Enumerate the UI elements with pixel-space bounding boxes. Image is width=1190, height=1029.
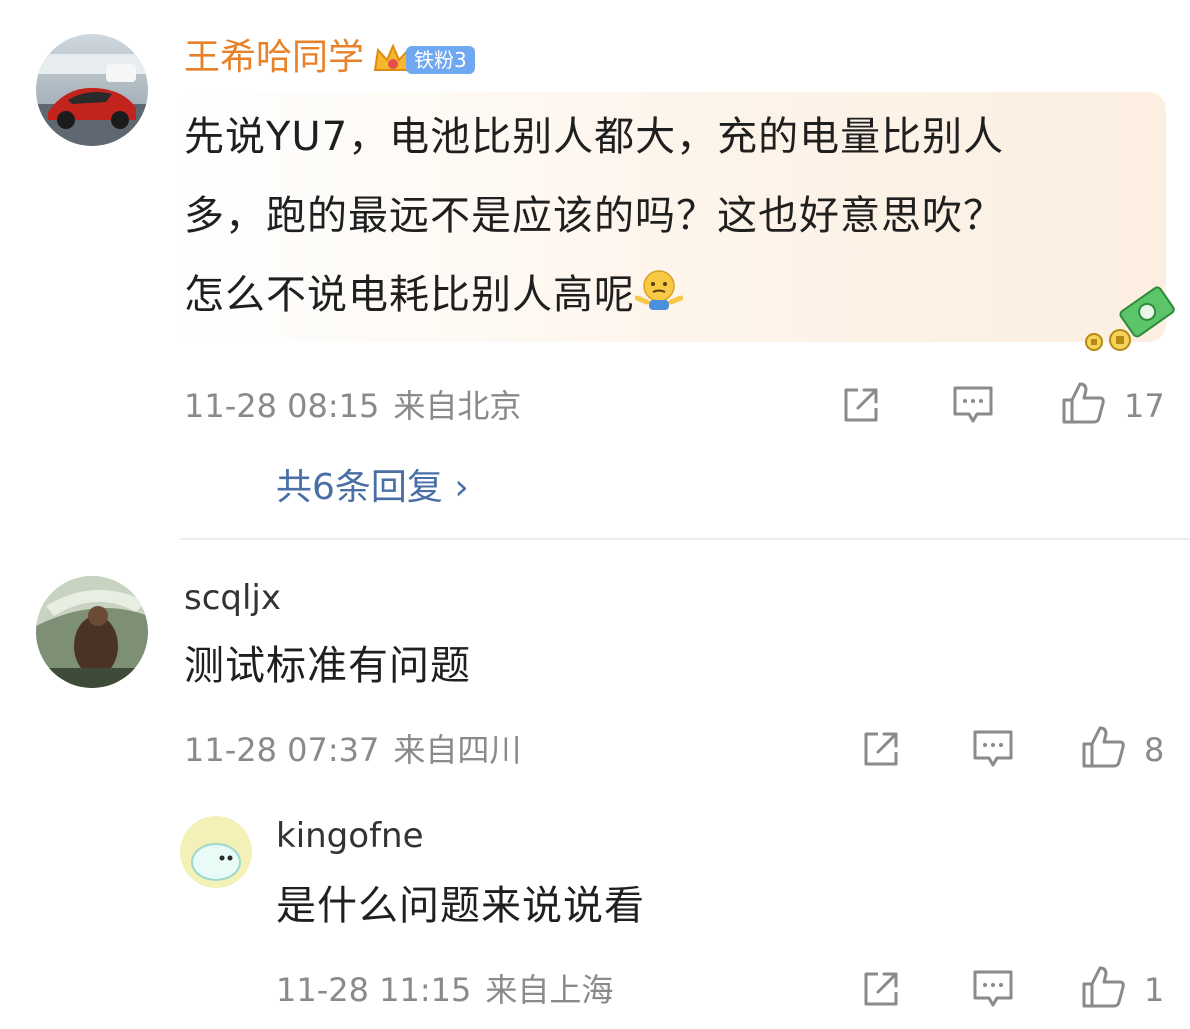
avatar-photo-image <box>36 576 148 688</box>
avatar[interactable] <box>36 34 148 146</box>
comment-meta: 11-28 11:15 来自上海 <box>276 970 613 1010</box>
comment-meta: 11-28 07:37 来自四川 <box>184 730 521 770</box>
username[interactable]: kingofne <box>276 816 424 856</box>
view-replies-link[interactable]: 共6条回复 › <box>276 466 469 510</box>
share-icon[interactable] <box>860 968 902 1010</box>
share-icon[interactable] <box>840 384 882 426</box>
avatar-cartoon-image <box>180 816 252 888</box>
thumbs-up-icon[interactable] <box>1080 964 1126 1010</box>
timestamp: 11-28 11:15 <box>276 971 472 1009</box>
comment-meta: 11-28 08:15 来自北京 <box>184 386 521 426</box>
avatar[interactable] <box>180 816 252 888</box>
money-sticker-icon <box>1085 286 1175 351</box>
divider <box>180 538 1190 540</box>
like-count: 1 <box>1144 971 1165 1009</box>
shrug-emoji-icon <box>634 270 684 310</box>
comment-text-line: 先说YU7，电池比别人都大，充的电量比别人 <box>184 114 1005 160</box>
comment-text: 是什么问题来说说看 <box>276 883 645 929</box>
avatar-car-image <box>36 34 148 146</box>
fan-badge-label: 铁粉3 <box>406 46 475 74</box>
location: 来自四川 <box>393 731 522 769</box>
comment-text: 先说YU7，电池比别人都大，充的电量比别人 多，跑的最远不是应该的吗？这也好意思… <box>184 98 1174 335</box>
comment-icon[interactable] <box>971 728 1015 770</box>
timestamp: 11-28 07:37 <box>184 731 380 769</box>
comment-icon[interactable] <box>971 968 1015 1010</box>
comment-text: 测试标准有问题 <box>184 643 471 689</box>
location: 来自上海 <box>485 971 614 1009</box>
comment-text-line: 多，跑的最远不是应该的吗？这也好意思吹？ <box>184 193 1004 239</box>
share-icon[interactable] <box>860 728 902 770</box>
username[interactable]: scqljx <box>184 578 281 618</box>
comment-icon[interactable] <box>951 384 995 426</box>
thumbs-up-icon[interactable] <box>1080 724 1126 770</box>
comment-text-line: 怎么不说电耗比别人高呢 <box>184 256 1174 335</box>
username[interactable]: 王希哈同学 <box>184 38 364 78</box>
like-count: 17 <box>1124 387 1165 425</box>
fan-badge[interactable]: 铁粉3 <box>372 42 478 78</box>
timestamp: 11-28 08:15 <box>184 387 380 425</box>
location: 来自北京 <box>393 387 522 425</box>
like-count: 8 <box>1144 731 1165 769</box>
thumbs-up-icon[interactable] <box>1060 380 1106 426</box>
comment-text-line-content: 怎么不说电耗比别人高呢 <box>184 272 635 318</box>
avatar[interactable] <box>36 576 148 688</box>
